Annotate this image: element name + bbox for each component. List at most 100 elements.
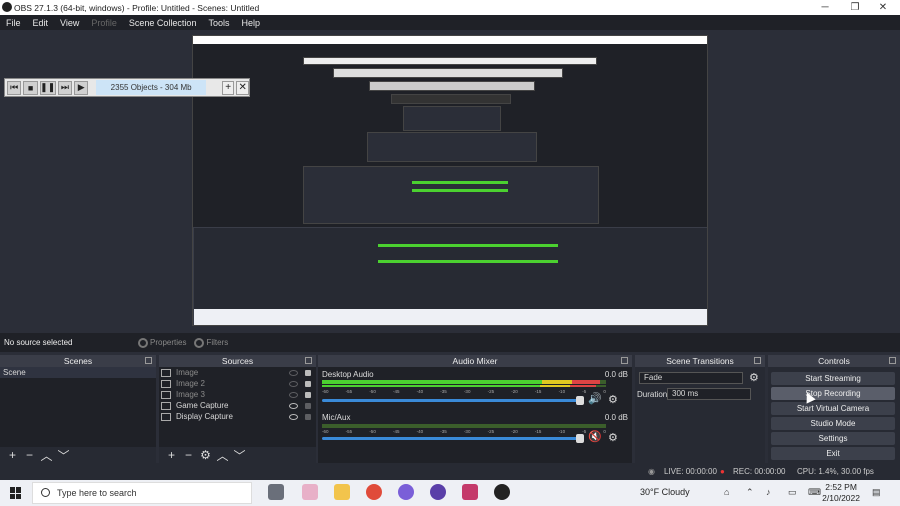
add-source-button[interactable]: +: [163, 448, 180, 462]
taskbar-search[interactable]: Type here to search: [32, 482, 252, 504]
source-label: Image 2: [176, 379, 205, 388]
monitor-icon: [161, 412, 171, 421]
menu-edit[interactable]: Edit: [27, 18, 55, 28]
app-icon[interactable]: [268, 484, 284, 500]
remove-scene-button[interactable]: −: [21, 448, 38, 462]
volume-meter: [322, 385, 606, 387]
skip-back-icon[interactable]: ⏮: [7, 80, 22, 95]
sources-footer: + − ⚙ ︿ ﹀: [159, 447, 316, 463]
app-icon[interactable]: [462, 484, 478, 500]
gear-icon[interactable]: ⚙: [608, 393, 618, 406]
captured-meter: [412, 181, 508, 184]
live-icon: ◉: [648, 467, 655, 476]
slider-knob[interactable]: [576, 434, 584, 443]
app-icon[interactable]: [398, 484, 414, 500]
transition-select[interactable]: Fade: [639, 372, 743, 384]
studio-mode-button[interactable]: Studio Mode: [771, 417, 895, 430]
close-button[interactable]: ✕: [868, 0, 898, 15]
preview-canvas[interactable]: [0, 30, 900, 333]
lock-icon[interactable]: [305, 413, 311, 420]
eye-icon[interactable]: [289, 369, 298, 376]
volume-icon[interactable]: ♪: [766, 487, 771, 497]
undock-icon[interactable]: [305, 357, 312, 364]
minimize-button[interactable]: ─: [810, 0, 840, 15]
filters-label: Filters: [206, 338, 229, 347]
gear-icon[interactable]: ⚙: [749, 371, 759, 384]
settings-button[interactable]: Settings: [771, 432, 895, 445]
properties-button[interactable]: Properties: [138, 337, 186, 348]
move-up-button[interactable]: ︿: [38, 447, 55, 464]
file-explorer-icon[interactable]: [334, 484, 350, 500]
source-properties-button[interactable]: ⚙: [197, 448, 214, 462]
notification-icon[interactable]: ▤: [872, 487, 881, 498]
eye-icon[interactable]: [289, 413, 298, 420]
menu-file[interactable]: File: [0, 18, 27, 28]
lock-icon[interactable]: [305, 402, 311, 409]
windows-start-icon[interactable]: [10, 487, 22, 499]
chrome-icon[interactable]: [366, 484, 382, 500]
slider-knob[interactable]: [576, 396, 584, 405]
add-scene-button[interactable]: +: [4, 448, 21, 462]
captured-meter: [378, 260, 558, 263]
language-icon[interactable]: ⌨: [808, 487, 821, 498]
move-down-button[interactable]: ﹀: [55, 447, 72, 464]
app-icon[interactable]: [430, 484, 446, 500]
network-icon[interactable]: ▭: [788, 487, 797, 498]
obs-taskbar-icon[interactable]: [494, 484, 510, 500]
muted-speaker-icon[interactable]: 🔇: [588, 430, 602, 443]
weather-widget[interactable]: 30°F Cloudy: [640, 487, 690, 497]
source-item[interactable]: Image: [159, 367, 316, 378]
source-label: Image: [176, 368, 199, 377]
eye-icon[interactable]: [289, 380, 298, 387]
menu-scene-collection[interactable]: Scene Collection: [123, 18, 203, 28]
skip-forward-icon[interactable]: ⏭: [57, 80, 73, 95]
source-item[interactable]: Game Capture: [159, 400, 316, 411]
play-icon[interactable]: ▶: [74, 80, 89, 95]
people-icon[interactable]: ⌂: [724, 487, 729, 497]
pause-icon[interactable]: ❚❚: [39, 80, 56, 95]
undock-icon[interactable]: [145, 357, 152, 364]
move-up-button[interactable]: ︿: [214, 447, 231, 464]
source-item[interactable]: Display Capture: [159, 411, 316, 422]
duration-field[interactable]: 300 ms: [667, 388, 751, 400]
gear-icon[interactable]: ⚙: [608, 431, 618, 444]
undock-icon[interactable]: [889, 357, 896, 364]
menu-profile[interactable]: Profile: [85, 18, 123, 28]
lock-icon[interactable]: [305, 369, 311, 376]
exit-button[interactable]: Exit: [771, 447, 895, 460]
player-close-button[interactable]: ✕: [236, 80, 250, 95]
transitions-header: Scene Transitions: [635, 355, 765, 367]
undock-icon[interactable]: [621, 357, 628, 364]
channel-db: 0.0 dB: [604, 413, 628, 422]
speaker-icon[interactable]: 🔊: [588, 392, 602, 405]
volume-slider[interactable]: [322, 396, 584, 405]
lock-icon[interactable]: [305, 380, 311, 387]
source-item[interactable]: Image 2: [159, 378, 316, 389]
lock-icon[interactable]: [305, 391, 311, 398]
menu-bar: File Edit View Profile Scene Collection …: [0, 15, 900, 30]
undock-icon[interactable]: [754, 357, 761, 364]
start-virtual-camera-button[interactable]: Start Virtual Camera: [771, 402, 895, 415]
maximize-button[interactable]: ❐: [840, 0, 870, 15]
move-down-button[interactable]: ﹀: [231, 447, 248, 464]
stop-recording-button[interactable]: Stop Recording: [771, 387, 895, 400]
scenes-footer: + − ︿ ﹀: [0, 447, 156, 463]
title-bar: OBS 27.1.3 (64-bit, windows) - Profile: …: [0, 0, 900, 15]
chevron-up-icon[interactable]: ⌃: [746, 487, 754, 498]
player-add-button[interactable]: +: [221, 80, 235, 95]
menu-tools[interactable]: Tools: [202, 18, 235, 28]
menu-view[interactable]: View: [54, 18, 85, 28]
menu-help[interactable]: Help: [235, 18, 266, 28]
volume-slider[interactable]: [322, 434, 584, 443]
filters-button[interactable]: Filters: [194, 337, 229, 348]
start-streaming-button[interactable]: Start Streaming: [771, 372, 895, 385]
stop-icon[interactable]: ■: [23, 80, 38, 95]
app-icon[interactable]: [302, 484, 318, 500]
eye-icon[interactable]: [289, 402, 298, 409]
taskbar-clock[interactable]: 2:52 PM 2/10/2022: [822, 482, 860, 504]
preview-capture: [192, 35, 708, 326]
eye-icon[interactable]: [289, 391, 298, 398]
scene-item[interactable]: Scene: [0, 367, 156, 378]
remove-source-button[interactable]: −: [180, 448, 197, 462]
source-item[interactable]: Image 3: [159, 389, 316, 400]
